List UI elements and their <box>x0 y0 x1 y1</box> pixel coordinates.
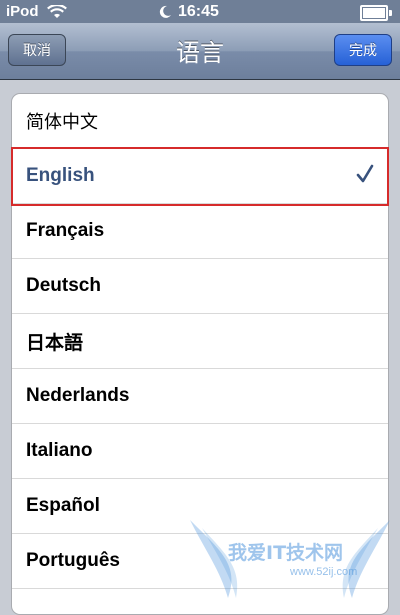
language-label: Español <box>26 495 100 516</box>
language-row[interactable]: 日本語 <box>12 314 388 369</box>
battery-icon <box>360 5 392 21</box>
language-row[interactable]: Deutsch <box>12 259 388 314</box>
status-bar-right <box>360 5 392 21</box>
clock: 16:45 <box>178 3 219 20</box>
navigation-bar: 取消 语言 完成 <box>0 23 400 80</box>
language-row[interactable]: Nederlands <box>12 369 388 424</box>
status-bar-center: 16:45 <box>158 3 219 21</box>
language-label: English <box>26 165 95 186</box>
language-row[interactable]: 简体中文 <box>12 94 388 149</box>
status-bar: iPod 16:45 <box>0 0 400 23</box>
moon-icon <box>159 5 171 18</box>
language-row[interactable]: Italiano <box>12 424 388 479</box>
language-row[interactable]: English <box>12 149 388 204</box>
done-button[interactable]: 完成 <box>334 34 392 66</box>
language-label: Português <box>26 550 120 571</box>
language-label: Deutsch <box>26 275 101 296</box>
language-label: 简体中文 <box>26 112 98 133</box>
battery-level <box>363 8 385 18</box>
language-row[interactable]: Français <box>12 204 388 259</box>
language-label: Français <box>26 220 105 241</box>
watermark-url: www.52ij.com <box>290 566 358 578</box>
language-label: 日本語 <box>26 332 84 354</box>
language-label: Italiano <box>26 440 93 461</box>
status-bar-left: iPod <box>6 3 67 20</box>
language-label: Nederlands <box>26 385 130 406</box>
checkmark-icon <box>356 164 374 183</box>
watermark-text: 我爱IT技术网 <box>228 542 344 564</box>
carrier-label: iPod <box>6 3 39 20</box>
wifi-icon <box>46 4 67 18</box>
